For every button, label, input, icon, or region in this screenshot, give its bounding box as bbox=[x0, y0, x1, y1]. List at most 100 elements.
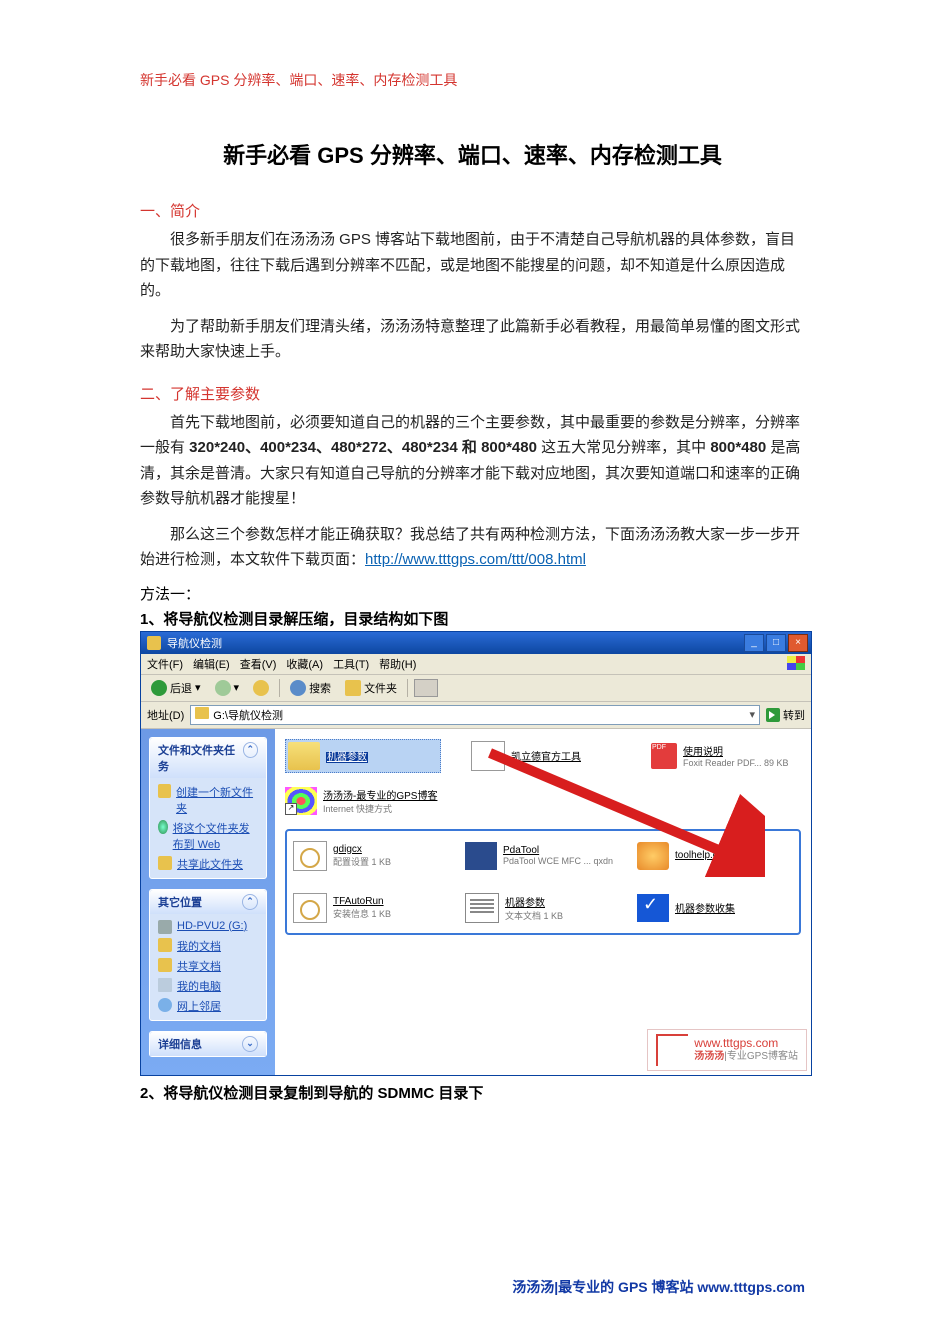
annotation-arrow-icon bbox=[485, 747, 765, 877]
window-title: 导航仪检测 bbox=[167, 635, 742, 651]
file-sub: 文本文档 1 KB bbox=[505, 909, 563, 922]
toolbar: 后退 ▾ ▾ 搜索 文件夹 bbox=[141, 675, 811, 702]
watermark: www.tttgps.com 汤汤汤|专业GPS博客站 bbox=[647, 1029, 807, 1071]
chevron-down-icon: ⌄ bbox=[242, 1036, 258, 1052]
file-sub: 配置设置 1 KB bbox=[333, 855, 391, 868]
panel1-title: 文件和文件夹任务 bbox=[158, 742, 243, 774]
file-machine-params-txt[interactable]: 机器参数文本文档 1 KB bbox=[465, 893, 615, 923]
place-drive[interactable]: HD-PVU2 (G:) bbox=[158, 918, 258, 936]
windows-logo-icon bbox=[787, 656, 805, 670]
place-my-pc[interactable]: 我的电脑 bbox=[158, 976, 258, 996]
method1-step2: 2、将导航仪检测目录复制到导航的 SDMMC 目录下 bbox=[140, 1082, 805, 1103]
file-sub: 安装信息 1 KB bbox=[333, 907, 391, 920]
file-name: 汤汤汤-最专业的GPS博客 bbox=[323, 791, 437, 802]
section1-p1: 很多新手朋友们在汤汤汤 GPS 博客站下载地图前，由于不清楚自己导航机器的具体参… bbox=[140, 227, 805, 304]
section1-heading: 一、简介 bbox=[140, 200, 805, 221]
folders-icon bbox=[345, 680, 361, 696]
check-icon bbox=[637, 894, 669, 922]
main-title: 新手必看 GPS 分辨率、端口、速率、内存检测工具 bbox=[140, 138, 805, 170]
shortcut-icon: ↗ bbox=[285, 803, 297, 815]
section2-p2: 那么这三个参数怎样才能正确获取？我总结了共有两种检测方法，下面汤汤汤教大家一步一… bbox=[140, 522, 805, 573]
address-value: G:\导航仪检测 bbox=[213, 710, 283, 722]
task-share[interactable]: 共享此文件夹 bbox=[158, 854, 258, 874]
section2-heading: 二、了解主要参数 bbox=[140, 383, 805, 404]
settings-icon bbox=[293, 893, 327, 923]
download-link[interactable]: http://www.tttgps.com/ttt/008.html bbox=[365, 551, 586, 568]
page-footer: 汤汤汤|最专业的 GPS 博客站 www.tttgps.com bbox=[512, 1277, 805, 1297]
section1-p2: 为了帮助新手朋友们理清头绪，汤汤汤特意整理了此篇新手必看教程，用最简单易懂的图文… bbox=[140, 314, 805, 365]
folder-icon bbox=[288, 742, 320, 770]
up-button[interactable] bbox=[249, 679, 273, 697]
computer-icon bbox=[158, 978, 172, 992]
address-input[interactable]: G:\导航仪检测 ▾ bbox=[190, 705, 760, 725]
menu-help[interactable]: 帮助(H) bbox=[379, 656, 416, 672]
menu-edit[interactable]: 编辑(E) bbox=[193, 656, 230, 672]
file-params-collect[interactable]: 机器参数收集 bbox=[637, 893, 787, 923]
panel-other-places: 其它位置⌃ HD-PVU2 (G:) 我的文档 共享文档 我的电脑 网上邻居 bbox=[149, 889, 267, 1021]
file-name: 机器参数 bbox=[326, 752, 368, 763]
address-label: 地址(D) bbox=[147, 707, 184, 723]
address-bar: 地址(D) G:\导航仪检测 ▾ 转到 bbox=[141, 702, 811, 729]
search-label: 搜索 bbox=[309, 680, 331, 696]
folder-icon bbox=[147, 636, 161, 650]
hd-res: 800*480 bbox=[710, 439, 766, 456]
chevron-up-icon: ⌃ bbox=[243, 742, 258, 758]
place-network[interactable]: 网上邻居 bbox=[158, 996, 258, 1016]
maximize-button[interactable]: □ bbox=[766, 634, 786, 652]
file-name: TFAutoRun bbox=[333, 896, 384, 907]
folder-icon bbox=[158, 784, 171, 798]
resolutions-list: 320*240、400*234、480*272、480*234 和 800*48… bbox=[189, 439, 537, 456]
views-button[interactable] bbox=[414, 679, 438, 697]
folder-icon bbox=[158, 958, 172, 972]
file-blog-shortcut[interactable]: ↗ 汤汤汤-最专业的GPS博客Internet 快捷方式 bbox=[285, 787, 485, 815]
file-name: 机器参数收集 bbox=[675, 904, 735, 915]
menu-fav[interactable]: 收藏(A) bbox=[286, 656, 323, 672]
folders-button[interactable]: 文件夹 bbox=[341, 679, 401, 697]
menubar: 文件(F) 编辑(E) 查看(V) 收藏(A) 工具(T) 帮助(H) bbox=[141, 654, 811, 675]
task-publish-web[interactable]: 将这个文件夹发布到 Web bbox=[158, 818, 258, 854]
place-shared-docs[interactable]: 共享文档 bbox=[158, 956, 258, 976]
method1-step1: 1、将导航仪检测目录解压缩，目录结构如下图 bbox=[140, 608, 805, 629]
text-icon bbox=[465, 893, 499, 923]
folders-label: 文件夹 bbox=[364, 680, 397, 696]
ie-icon: ↗ bbox=[285, 787, 317, 815]
watermark-url: www.tttgps.com bbox=[694, 1037, 798, 1051]
minimize-button[interactable]: _ bbox=[744, 634, 764, 652]
go-label: 转到 bbox=[783, 707, 805, 723]
folder-machine-params[interactable]: 机器参数 bbox=[285, 739, 441, 773]
place-my-docs[interactable]: 我的文档 bbox=[158, 936, 258, 956]
panel-file-tasks: 文件和文件夹任务⌃ 创建一个新文件夹 将这个文件夹发布到 Web 共享此文件夹 bbox=[149, 737, 267, 879]
forward-button[interactable]: ▾ bbox=[211, 679, 244, 697]
search-button[interactable]: 搜索 bbox=[286, 679, 335, 697]
method1-label: 方法一： bbox=[140, 583, 805, 604]
file-gdigcx[interactable]: gdigcx配置设置 1 KB bbox=[293, 841, 443, 871]
back-button[interactable]: 后退 ▾ bbox=[147, 679, 205, 697]
drive-icon bbox=[158, 920, 172, 934]
forward-icon bbox=[215, 680, 231, 696]
section2-p1: 首先下载地图前，必须要知道自己的机器的三个主要参数，其中最重要的参数是分辨率，分… bbox=[140, 410, 805, 512]
panel3-header[interactable]: 详细信息⌄ bbox=[150, 1032, 266, 1056]
file-tfautorun[interactable]: TFAutoRun安装信息 1 KB bbox=[293, 893, 443, 923]
task-new-folder[interactable]: 创建一个新文件夹 bbox=[158, 782, 258, 818]
folder-icon bbox=[158, 938, 172, 952]
back-icon bbox=[151, 680, 167, 696]
file-pane: 机器参数 凯立德官方工具 使用说明Foxit Reader PDF... 89 … bbox=[275, 729, 811, 1075]
page-header-red: 新手必看 GPS 分辨率、端口、速率、内存检测工具 bbox=[140, 70, 805, 90]
file-name: gdigcx bbox=[333, 844, 362, 855]
panel2-header[interactable]: 其它位置⌃ bbox=[150, 890, 266, 914]
menu-file[interactable]: 文件(F) bbox=[147, 656, 183, 672]
close-button[interactable]: × bbox=[788, 634, 808, 652]
folder-icon bbox=[195, 707, 209, 719]
file-name: 机器参数 bbox=[505, 898, 545, 909]
menu-tools[interactable]: 工具(T) bbox=[333, 656, 369, 672]
panel2-title: 其它位置 bbox=[158, 894, 202, 910]
watermark-tag: 汤汤汤|专业GPS博客站 bbox=[694, 1051, 798, 1063]
search-icon bbox=[290, 680, 306, 696]
section2-p1b: 这五大常见分辨率，其中 bbox=[537, 439, 710, 456]
panel1-header[interactable]: 文件和文件夹任务⌃ bbox=[150, 738, 266, 778]
go-button[interactable]: 转到 bbox=[766, 707, 805, 723]
menu-view[interactable]: 查看(V) bbox=[240, 656, 277, 672]
titlebar: 导航仪检测 _ □ × bbox=[141, 632, 811, 654]
network-icon bbox=[158, 998, 172, 1012]
back-label: 后退 bbox=[170, 680, 192, 696]
